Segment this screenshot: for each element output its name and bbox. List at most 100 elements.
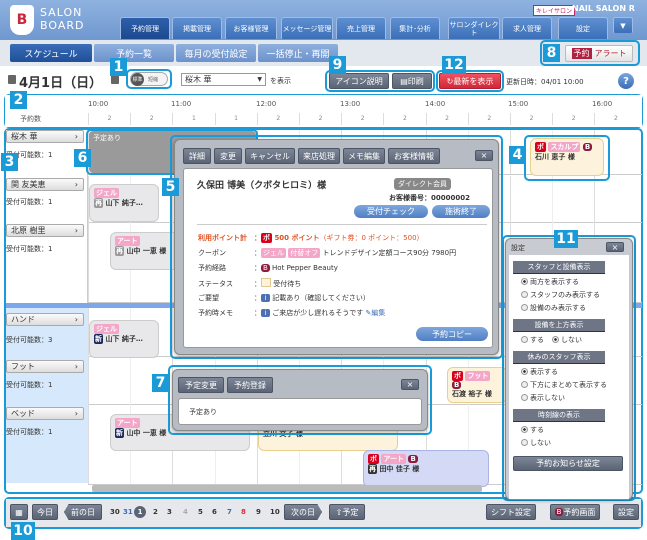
help-icon[interactable]: ? [618,73,634,89]
staff-button[interactable]: 桜木 華 [6,130,84,143]
close-icon[interactable]: × [401,379,419,390]
print-button[interactable]: ▤ 印刷 [392,73,432,89]
edit-link[interactable]: ✎編集 [365,309,385,317]
subnav-schedule[interactable]: スケジュール [10,44,92,62]
register-reservation-button[interactable]: 予約登録 [227,377,273,393]
cancel-button[interactable]: キャンセル [245,148,295,164]
radio-option[interactable]: 設備のみ表示する [521,303,625,313]
tab-analytics[interactable]: 集計･分析 [390,17,440,39]
subnav-bulk-stop[interactable]: 一括停止・再開 [258,44,338,62]
prev-date-arrow-icon[interactable] [8,75,16,84]
horizontal-scrollbar[interactable] [92,485,482,492]
tab-customers[interactable]: お客様管理 [225,17,277,39]
reservation-event[interactable]: ジェル新 山下 純子… [89,320,159,358]
salon-board-logo[interactable]: B [10,5,34,35]
reservation-event[interactable]: ポ アート B 再 田中 佳子 様 [363,450,489,487]
next-date-arrow-icon[interactable] [111,75,119,84]
radio-icon[interactable] [521,291,528,298]
radio-label: スタッフのみ表示する [530,291,600,299]
radio-icon[interactable] [521,304,528,311]
shift-settings-button[interactable]: シフト設定 [486,504,536,520]
change-plan-button[interactable]: 予定変更 [178,377,224,393]
radio-icon[interactable] [521,394,528,401]
staff-button[interactable]: 関 友美恵 [6,178,84,191]
notification-settings-button[interactable]: 予約お知らせ設定 [513,456,623,471]
radio-option[interactable]: 両方を表示する [521,277,625,287]
tab-settings[interactable]: 設定 [558,17,608,39]
day-link[interactable]: 2 [153,508,158,516]
radio-option[interactable]: しない [521,438,625,448]
day-link[interactable]: 5 [198,508,203,516]
radio-icon[interactable] [552,336,559,343]
view-mode-toggle[interactable]: 標準 短縮 [130,72,168,86]
memo-edit-button[interactable]: メモ編集 [343,148,385,164]
copy-reservation-button[interactable]: 予約コピー [416,327,488,341]
radio-option[interactable]: する [521,335,544,345]
reservation-event[interactable]: ポ スカルプ B 石川 恵子 様 [530,138,604,176]
more-tabs-dropdown[interactable]: ▼ [613,17,633,33]
radio-icon[interactable] [521,336,528,343]
icon-help-button[interactable]: アイコン説明 [329,73,389,89]
close-icon[interactable]: × [475,150,493,161]
alert-button[interactable]: 予約 アラート [565,45,633,62]
current-day[interactable]: 1 [134,506,146,518]
detail-button[interactable]: 詳細 [183,148,211,164]
visit-process-button[interactable]: 来店処理 [298,148,340,164]
radio-option[interactable]: スタッフのみ表示する [521,290,625,300]
change-button[interactable]: 変更 [214,148,242,164]
footer-settings-button[interactable]: 設定 [613,504,639,520]
subnav-monthly-settings[interactable]: 毎月の受付設定 [176,44,256,62]
radio-icon[interactable] [521,278,528,285]
radio-icon[interactable] [521,439,528,446]
radio-icon[interactable] [521,368,528,375]
reservation-event[interactable]: ジェル再 山下 純子… [89,184,159,222]
staff-button[interactable]: 北原 樹里 [6,224,84,237]
day-link[interactable]: 8 [241,508,246,516]
equipment-button[interactable]: ベッド [6,407,84,420]
staff-select[interactable]: 桜木 華 ▼ [181,73,266,86]
day-link[interactable]: 31 [123,508,133,516]
day-link[interactable]: 9 [256,508,261,516]
customer-info-button[interactable]: お客様情報 [388,148,440,164]
equipment-button[interactable]: フット [6,360,84,373]
radio-option[interactable]: しない [552,335,582,345]
count-cell: 2 [130,113,172,125]
plan-button[interactable]: ⇧ 予定 [329,504,365,520]
day-link[interactable]: 30 [110,508,120,516]
subnav-reservation-list[interactable]: 予約一覧 [94,44,174,62]
equipment-button[interactable]: ハンド [6,313,84,326]
tab-listing[interactable]: 掲載管理 [172,17,222,39]
tab-messages[interactable]: メッセージ管理 [281,17,333,39]
radio-option[interactable]: 下方にまとめて表示する [521,380,625,390]
next-day-button[interactable]: 次の日 [284,504,322,520]
radio-icon[interactable] [521,426,528,433]
treatment-done-button[interactable]: 施術終了 [432,205,490,218]
day-link[interactable]: 6 [212,508,217,516]
prev-day-button[interactable]: 前の日 [64,504,102,520]
day-link[interactable]: 10 [270,508,280,516]
close-icon[interactable]: × [606,242,624,252]
calendar-icon[interactable]: ▦ [10,504,28,520]
refresh-button[interactable]: ↻ 最新を表示 [439,73,501,89]
day-link[interactable]: 4 [183,508,188,516]
staff-capacity: 受付可能数：1 [6,198,53,206]
show-label: を表示 [270,77,291,85]
tab-reservations[interactable]: 予約管理 [120,17,170,39]
check-in-button[interactable]: 受付チェック [354,205,428,218]
day-link[interactable]: 7 [227,508,232,516]
radio-option[interactable]: 表示する [521,367,625,377]
coupon-tag: アート [115,418,140,428]
today-button[interactable]: 今日 [32,504,58,520]
radio-icon[interactable] [521,381,528,388]
reservation-event[interactable]: ポ フット B 石渡 裕子 様 [447,367,507,403]
time-label: 13:00 [340,100,361,108]
status-color-icon [261,278,271,287]
radio-option[interactable]: する [521,425,625,435]
day-link[interactable]: 3 [167,508,172,516]
booking-screen-button[interactable]: B 予約画面 [550,504,600,520]
radio-option[interactable]: 表示しない [521,393,625,403]
tab-recruit[interactable]: 求人管理 [502,17,552,39]
tab-salon-direct[interactable]: サロンダイレクト [448,17,500,39]
radio-label: する [530,336,544,344]
tab-sales[interactable]: 売上管理 [336,17,386,39]
